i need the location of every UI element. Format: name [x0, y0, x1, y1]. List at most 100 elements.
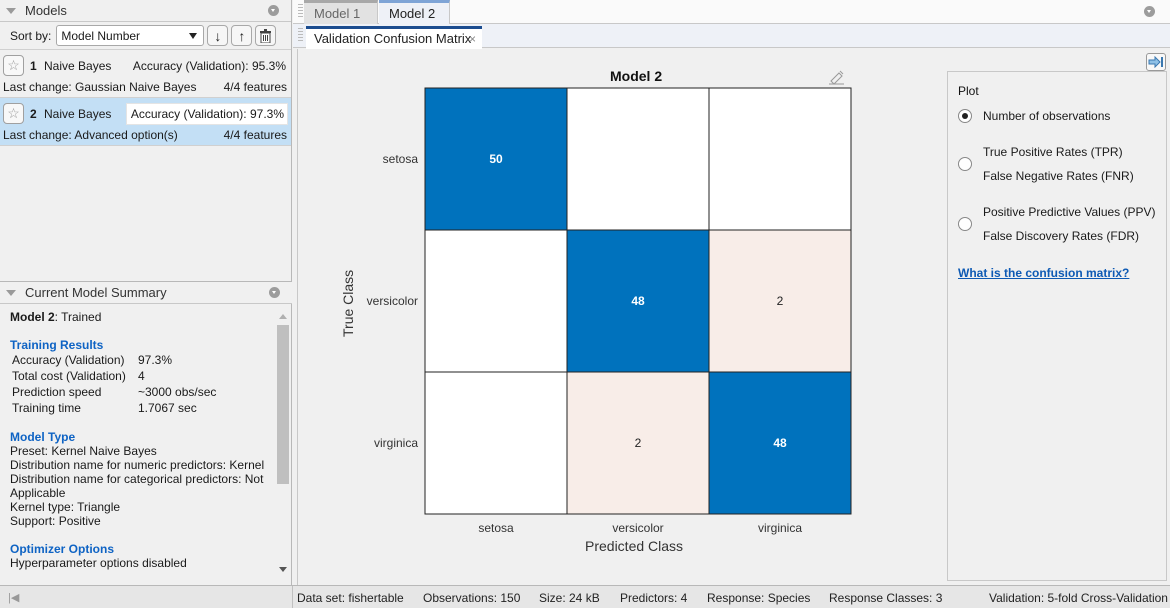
- tab-model-2[interactable]: Model 2: [379, 0, 450, 25]
- model-type: Naive Bayes: [44, 59, 112, 73]
- matrix-cell-value: 50: [489, 152, 503, 166]
- optimizer-line: Hyperparameter options disabled: [10, 556, 187, 570]
- summary-body: Model 2: Trained Training Results Accura…: [0, 305, 276, 577]
- model-type: Naive Bayes: [44, 107, 112, 121]
- optimizer-options-heading: Optimizer Options: [10, 542, 115, 556]
- summary-panel-title: Current Model Summary: [25, 285, 167, 300]
- training-results-heading: Training Results: [10, 338, 104, 352]
- left-panel: Models Sort by: Model Number ↓ ↑ ☆ 1 Nai…: [0, 0, 292, 585]
- model-type-line: Applicable: [10, 486, 66, 500]
- summary-value: 97.3%: [138, 353, 173, 367]
- scroll-up-arrow-icon[interactable]: [279, 314, 287, 319]
- sort-descending-button[interactable]: ↓: [207, 25, 229, 46]
- model-number: 1: [30, 59, 37, 73]
- plot-area: Model 2 50 48 2 2 48 True Class Predicted Cl…: [297, 49, 1170, 585]
- sort-ascending-button[interactable]: ↑: [231, 25, 253, 46]
- tab-menu-icon[interactable]: [1144, 6, 1155, 17]
- radio-label: True Positive Rates (TPR): [983, 145, 1123, 159]
- model-last-change: Last change: Advanced option(s): [3, 128, 178, 142]
- matrix-cell-setosa-versicolor: [566, 87, 710, 231]
- sort-bar: Sort by: Model Number ↓ ↑: [0, 22, 291, 50]
- close-icon[interactable]: ×: [469, 32, 476, 46]
- radio-label: Positive Predictive Values (PPV): [983, 205, 1156, 219]
- chart-title: Model 2: [610, 68, 663, 84]
- radio-number-of-observations[interactable]: Number of observations: [958, 104, 1156, 128]
- x-tick-label: versicolor: [612, 521, 664, 535]
- current-model-summary-panel: Current Model Summary Model 2: Trained T…: [0, 281, 292, 585]
- summary-row: Total cost (Validation) 4: [10, 368, 266, 384]
- model-last-change: Last change: Gaussian Naive Bayes: [3, 80, 197, 94]
- confusion-matrix: 50 48 2 2 48: [424, 87, 852, 515]
- y-tick-label: virginica: [373, 436, 418, 450]
- sort-label: Sort by:: [10, 28, 52, 43]
- matrix-cell-value: 2: [635, 436, 642, 450]
- y-axis-title: True Class: [340, 269, 356, 337]
- first-page-icon[interactable]: |◀: [8, 591, 19, 604]
- drag-grip-icon[interactable]: [298, 28, 303, 42]
- model-type-line: Kernel type: Triangle: [10, 500, 121, 514]
- panel-menu-icon[interactable]: [269, 287, 280, 298]
- status-response-classes: Response Classes: 3: [829, 591, 943, 605]
- matrix-cell-value: 2: [777, 294, 784, 308]
- drag-grip-icon[interactable]: [298, 4, 303, 18]
- summary-panel-header[interactable]: Current Model Summary: [0, 282, 292, 304]
- y-tick-label: versicolor: [366, 294, 418, 308]
- favorite-star-icon[interactable]: ☆: [3, 55, 24, 76]
- summary-key: Prediction speed: [12, 385, 102, 399]
- model-number: 2: [30, 107, 37, 121]
- summary-scrollbar[interactable]: [277, 312, 289, 574]
- model-accuracy: Accuracy (Validation): 97.3%: [125, 103, 288, 125]
- edit-axes-icon[interactable]: [828, 69, 846, 85]
- matrix-cell-value: 48: [773, 436, 787, 450]
- confusion-matrix-help-link[interactable]: What is the confusion matrix?: [958, 266, 1156, 280]
- models-panel-header[interactable]: Models: [0, 0, 291, 22]
- collapse-options-button[interactable]: [1146, 53, 1166, 71]
- radio-button[interactable]: [958, 217, 972, 231]
- sort-dropdown[interactable]: Model Number: [56, 25, 205, 46]
- collapse-triangle-icon[interactable]: [6, 7, 16, 14]
- status-size: Size: 24 kB: [539, 591, 600, 605]
- radio-button[interactable]: [958, 157, 972, 171]
- arrow-down-icon: ↓: [214, 27, 222, 44]
- matrix-cell-versicolor-setosa: [424, 229, 568, 373]
- summary-model-status: : Trained: [54, 310, 102, 324]
- matrix-cell-value: 48: [631, 294, 645, 308]
- summary-model-name: Model 2: [10, 310, 55, 324]
- summary-key: Training time: [12, 401, 81, 415]
- radio-button[interactable]: [958, 109, 972, 123]
- model-type-line: Distribution name for categorical predic…: [10, 472, 264, 486]
- radio-tpr-fnr[interactable]: True Positive Rates (TPR) False Negative…: [958, 140, 1156, 188]
- sort-value: Model Number: [61, 28, 141, 43]
- model-type-line: Preset: Kernel Naive Bayes: [10, 444, 157, 458]
- summary-model-title: Model 2: Trained: [10, 310, 266, 324]
- tab-validation-confusion-matrix[interactable]: Validation Confusion Matrix ×: [306, 26, 482, 49]
- options-title: Plot: [958, 84, 979, 98]
- model-type-line: Distribution name for numeric predictors…: [10, 458, 265, 472]
- summary-value: ~3000 obs/sec: [138, 385, 217, 399]
- status-response: Response: Species: [707, 591, 811, 605]
- summary-key: Total cost (Validation): [12, 369, 126, 383]
- status-validation: Validation: 5-fold Cross-Validation: [989, 591, 1168, 605]
- summary-value: 4: [138, 369, 145, 383]
- model-type-line: Support: Positive: [10, 514, 101, 528]
- collapse-triangle-icon[interactable]: [6, 289, 16, 296]
- delete-model-button[interactable]: [255, 25, 277, 46]
- model-list-item-2[interactable]: ☆ 2 Naive Bayes Accuracy (Validation): 9…: [0, 98, 291, 146]
- arrow-right-bar-icon: [1148, 56, 1163, 68]
- model-features: 4/4 features: [223, 128, 287, 142]
- y-tick-label: setosa: [382, 152, 418, 166]
- model-accuracy: Accuracy (Validation): 95.3%: [132, 59, 286, 73]
- scrollbar-thumb[interactable]: [277, 325, 289, 484]
- model-list-item-1[interactable]: ☆ 1 Naive Bayes Accuracy (Validation): 9…: [0, 50, 291, 98]
- radio-label: False Discovery Rates (FDR): [983, 229, 1140, 243]
- trash-icon: [260, 28, 272, 43]
- favorite-star-icon[interactable]: ☆: [3, 103, 24, 124]
- summary-row: Prediction speed ~3000 obs/sec: [10, 384, 266, 400]
- figure-tab-label: Validation Confusion Matrix: [314, 31, 472, 46]
- tab-model-1[interactable]: Model 1: [304, 0, 378, 24]
- radio-ppv-fdr[interactable]: Positive Predictive Values (PPV) False D…: [958, 200, 1156, 248]
- x-tick-label: setosa: [478, 521, 514, 535]
- panel-menu-icon[interactable]: [268, 5, 279, 16]
- scroll-down-arrow-icon[interactable]: [279, 567, 287, 572]
- summary-row: Accuracy (Validation) 97.3%: [10, 352, 266, 368]
